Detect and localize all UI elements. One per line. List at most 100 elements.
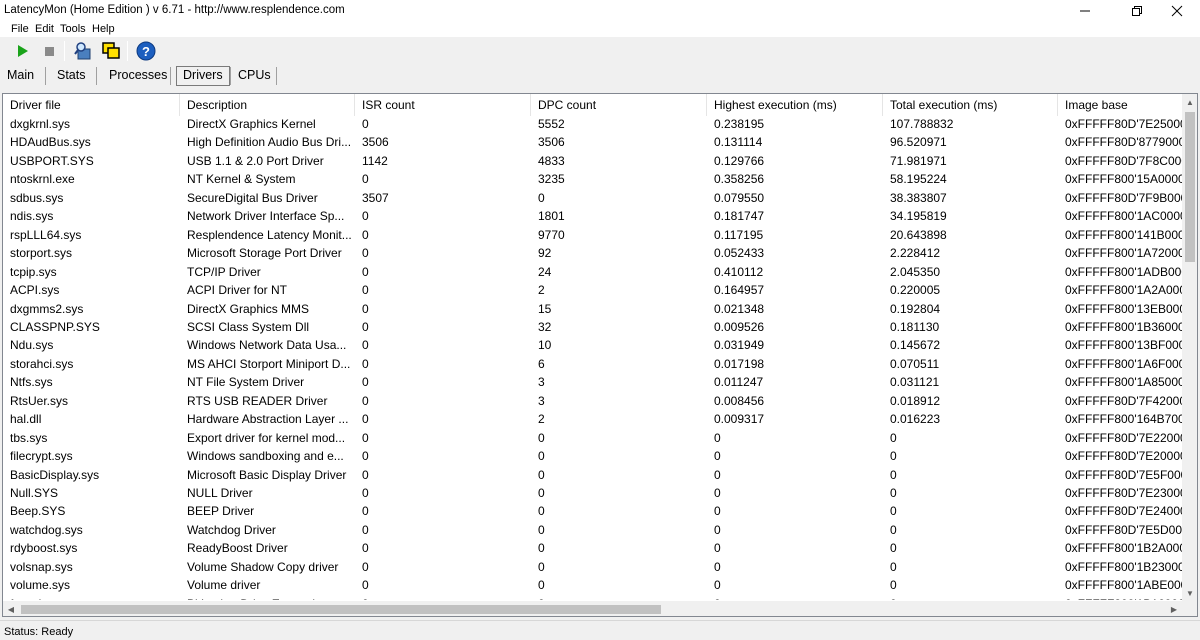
cell-image-base: 0xFFFFF80D'7E5D000 (1065, 522, 1183, 537)
column-header-isr-count[interactable]: ISR count (355, 94, 531, 116)
cell-total-execution: 38.383807 (890, 190, 947, 205)
horizontal-scroll-thumb[interactable] (21, 605, 661, 614)
table-row[interactable]: ntoskrnl.exe NT Kernel & System 0 3235 0.358… (3, 171, 1183, 190)
cell-image-base: 0xFFFFF800'1AC0000 (1065, 209, 1183, 224)
table-row[interactable]: dxgmms2.sys DirectX Graphics MMS 0 15 0.0213… (3, 301, 1183, 320)
column-header-image-base[interactable]: Image base (1058, 94, 1183, 116)
table-row[interactable]: watchdog.sys Watchdog Driver 0 0 0 0 0xFFFFF80… (3, 522, 1183, 541)
tab-separator (276, 67, 277, 85)
cell-isr-count: 0 (362, 356, 369, 371)
table-row[interactable]: Beep.SYS BEEP Driver 0 0 0 0 0xFFFFF80D'7E2400… (3, 503, 1183, 522)
vertical-scroll-thumb[interactable] (1185, 112, 1195, 262)
table-row[interactable]: filecrypt.sys Windows sandboxing and e...… (3, 448, 1183, 467)
column-header-total-execution[interactable]: Total execution (ms) (883, 94, 1058, 116)
table-row[interactable]: storport.sys Microsoft Storage Port Drive… (3, 245, 1183, 264)
table-row[interactable]: Ndu.sys Windows Network Data Usa... 0 10 0.0… (3, 337, 1183, 356)
table-row[interactable]: CLASSPNP.SYS SCSI Class System Dll 0 32 0.00… (3, 319, 1183, 338)
minimize-button[interactable] (1062, 0, 1108, 22)
column-header-highest-execution[interactable]: Highest execution (ms) (707, 94, 883, 116)
cell-highest-execution: 0.011247 (714, 375, 764, 390)
menu-tools[interactable]: Tools (60, 23, 86, 35)
table-row[interactable]: rdyboost.sys ReadyBoost Driver 0 0 0 0 0xFFFFF… (3, 540, 1183, 559)
column-header-dpc-count[interactable]: DPC count (531, 94, 707, 116)
scroll-right-icon[interactable]: ▶ (1166, 601, 1182, 616)
table-row[interactable]: dxgkrnl.sys DirectX Graphics Kernel 0 5552 0… (3, 116, 1183, 135)
cell-description: Network Driver Interface Sp... (187, 209, 345, 224)
svg-text:?: ? (142, 44, 150, 59)
table-row[interactable]: ACPI.sys ACPI Driver for NT 0 2 0.164957 0.22… (3, 282, 1183, 301)
cell-highest-execution: 0.052433 (714, 246, 765, 261)
start-button[interactable] (11, 40, 33, 62)
cell-isr-count: 0 (362, 412, 369, 427)
cell-highest-execution: 0 (707, 597, 883, 600)
stop-button[interactable] (38, 40, 60, 62)
scroll-up-icon[interactable]: ▲ (1182, 94, 1197, 110)
cell-description: BitLocker Drive Encryption (180, 597, 355, 600)
table-row[interactable]: volume.sys Volume driver 0 0 0 0 0xFFFFF800'1A… (3, 577, 1183, 596)
tab-stats[interactable]: Stats (51, 66, 92, 86)
cell-driver-file: ACPI.sys (10, 283, 60, 298)
horizontal-scrollbar[interactable]: ◀ ▶ (3, 601, 1182, 616)
tab-processes[interactable]: Processes (103, 66, 173, 86)
windows-button[interactable] (100, 40, 122, 62)
tab-drivers[interactable]: Drivers (176, 66, 230, 86)
table-row[interactable]: tcpip.sys TCP/IP Driver 0 24 0.410112 2.04535… (3, 264, 1183, 283)
cell-isr-count: 0 (362, 486, 369, 500)
table-row[interactable]: RtsUer.sys RTS USB READER Driver 0 3 0.00845… (3, 393, 1183, 412)
table-row[interactable]: storahci.sys MS AHCI Storport Miniport D.… (3, 356, 1183, 375)
drivers-table[interactable]: Driver file Description ISR count DPC co… (2, 93, 1198, 617)
cell-total-execution: 20.643898 (890, 227, 947, 242)
table-row[interactable]: ndis.sys Network Driver Interface Sp... 0 1… (3, 208, 1183, 227)
cell-image-base: 0xFFFFF800'1A72000 (1065, 246, 1183, 261)
tab-main[interactable]: Main (1, 66, 40, 86)
tab-separator (45, 67, 46, 85)
cell-image-base: 0xFFFFF800'15A0000 (1065, 172, 1183, 187)
cell-image-base: 0xFFFFF80D'7F42000 (1065, 393, 1183, 408)
close-button[interactable] (1154, 0, 1200, 22)
table-row[interactable]: BasicDisplay.sys Microsoft Basic Display … (3, 467, 1183, 486)
scroll-down-icon[interactable]: ▼ (1182, 585, 1197, 601)
tab-cpus[interactable]: CPUs (232, 66, 277, 86)
cell-dpc-count: 3235 (538, 172, 565, 187)
table-row[interactable]: sdbus.sys SecureDigital Bus Driver 3507 0 0.… (3, 190, 1183, 209)
cell-dpc-count: 0 (538, 541, 545, 556)
table-row[interactable]: hal.dll Hardware Abstraction Layer ... 0 2 0… (3, 411, 1183, 430)
column-header-driver-file[interactable]: Driver file (3, 94, 180, 116)
cell-dpc-count: 0 (538, 467, 545, 482)
menu-file[interactable]: File (11, 23, 29, 35)
help-button[interactable]: ? (135, 40, 157, 62)
menu-help[interactable]: Help (92, 23, 115, 35)
scroll-left-icon[interactable]: ◀ (3, 601, 19, 616)
table-row[interactable]: HDAudBus.sys High Definition Audio Bus Dr… (3, 134, 1183, 153)
table-row[interactable]: volsnap.sys Volume Shadow Copy driver 0 0 0 0… (3, 559, 1183, 578)
table-row[interactable]: tbs.sys Export driver for kernel mod... 0 0… (3, 430, 1183, 449)
cell-image-base: 0xFFFFF80D'7F9B000 (1065, 190, 1183, 205)
cell-description: Volume driver (187, 578, 261, 593)
cell-image-base: 0xFFFFF800'1ADB000 (1065, 264, 1183, 279)
cell-total-execution: 0 (890, 541, 897, 556)
cell-driver-file: hal.dll (10, 412, 42, 427)
cell-isr-count: 0 (362, 264, 369, 279)
cell-isr-count: 0 (362, 227, 369, 242)
cell-total-execution: 0 (890, 467, 897, 482)
tab-separator (170, 67, 171, 85)
cell-dpc-count: 0 (538, 504, 545, 519)
cell-driver-file: dxgkrnl.sys (10, 117, 71, 131)
table-row[interactable]: fvevol.sysBitLocker Drive Encryption0000… (3, 596, 1183, 600)
cell-driver-file: ntoskrnl.exe (10, 172, 75, 187)
driver-search-button[interactable] (72, 40, 94, 62)
cell-description: Volume Shadow Copy driver (187, 559, 339, 574)
cell-highest-execution: 0.164957 (714, 283, 765, 298)
vertical-scrollbar[interactable]: ▲ ▼ (1182, 94, 1197, 601)
menu-edit[interactable]: Edit (35, 23, 54, 35)
table-row[interactable]: Null.SYS NULL Driver 0 0 0 0 0xFFFFF80D'7E2300… (3, 485, 1183, 504)
table-row[interactable]: rspLLL64.sys Resplendence Latency Monit..… (3, 227, 1183, 246)
table-row[interactable]: Ntfs.sys NT File System Driver 0 3 0.011247 0… (3, 374, 1183, 393)
column-header-description[interactable]: Description (180, 94, 355, 116)
cell-total-execution: 0.070511 (890, 356, 940, 371)
cell-driver-file: tcpip.sys (10, 264, 57, 279)
cell-driver-file: volsnap.sys (10, 559, 73, 574)
table-row[interactable]: USBPORT.SYS USB 1.1 & 2.0 Port Driver 1142… (3, 153, 1183, 172)
cell-highest-execution: 0 (714, 559, 721, 574)
cell-isr-count: 0 (362, 283, 369, 298)
